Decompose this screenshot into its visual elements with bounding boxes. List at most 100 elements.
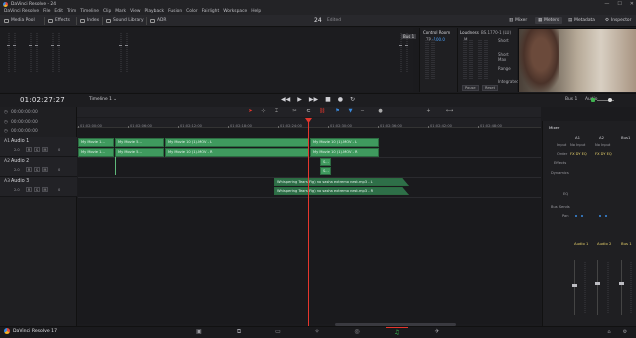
cut-page-icon[interactable]: ⧉	[228, 327, 250, 337]
record-arm-button[interactable]: R	[26, 147, 32, 152]
track-name[interactable]: Audio 1	[11, 139, 29, 144]
inspector-tab[interactable]: ⚙ Inspector	[602, 17, 634, 24]
mute-button[interactable]: M	[42, 167, 48, 172]
audio-clip[interactable]: S...	[320, 158, 331, 166]
metadata-tab[interactable]: ▤ Metadata	[565, 17, 598, 24]
fusion-page-icon[interactable]: ✧	[306, 327, 328, 337]
sound-library-tab[interactable]: Sound Library	[106, 18, 144, 23]
pan-knob-a2[interactable]	[605, 215, 607, 217]
menu-mark[interactable]: Mark	[115, 9, 126, 14]
audio-clip[interactable]: S...	[320, 167, 331, 175]
track-header-a3[interactable]: A3 Audio 3 2.0 R S M 0	[0, 177, 77, 197]
pan-knob-a1[interactable]	[581, 215, 583, 217]
selection-tool-icon[interactable]: ➤	[248, 109, 253, 114]
solo-button[interactable]: S	[34, 167, 40, 172]
track-header-a2[interactable]: A2 Audio 2 2.0 R S M 0	[0, 157, 77, 177]
menu-view[interactable]: View	[130, 9, 140, 14]
volume-slider-handle[interactable]	[608, 98, 612, 102]
menu-help[interactable]: Help	[251, 9, 261, 14]
a1-input-select[interactable]: No Input	[570, 143, 585, 147]
close-button[interactable]: ✕	[630, 1, 634, 7]
menu-edit[interactable]: Edit	[54, 9, 63, 14]
menu-file[interactable]: File	[43, 9, 50, 14]
audio-clip[interactable]: My Movie 10 (1).MOV - R	[165, 148, 309, 157]
color-page-icon[interactable]: ◎	[346, 327, 368, 337]
edit-page-icon[interactable]: ▭	[267, 327, 289, 337]
reset-button[interactable]: Reset	[482, 85, 499, 91]
track-name[interactable]: Audio 3	[11, 179, 29, 184]
record-button[interactable]: ●	[338, 96, 343, 103]
zoom-slider-icon[interactable]: ●	[378, 109, 383, 114]
snapping-icon[interactable]: ⊂	[306, 109, 311, 114]
speaker-icon[interactable]	[591, 98, 595, 102]
link-icon[interactable]: ⛓	[319, 109, 325, 114]
menu-trim[interactable]: Trim	[67, 9, 76, 14]
mixer-icon: ▥	[509, 18, 514, 23]
media-pool-tab[interactable]: Media Pool	[4, 18, 35, 23]
zoom-out-icon[interactable]: −	[360, 109, 365, 114]
record-arm-button[interactable]: R	[26, 167, 32, 172]
pan-knob-a1[interactable]	[575, 215, 577, 217]
loop-button[interactable]: ↻	[350, 96, 355, 103]
play-button[interactable]: ▶	[297, 96, 302, 103]
zoom-in-icon[interactable]: +	[426, 109, 431, 114]
settings-icon[interactable]: ⚙	[614, 327, 636, 337]
track-name[interactable]: Audio 2	[11, 159, 29, 164]
maximize-button[interactable]: ☐	[617, 1, 621, 7]
flag-icon[interactable]: ⚑	[335, 109, 340, 114]
record-arm-button[interactable]: R	[26, 187, 32, 192]
audio-clip[interactable]: My Movie 5...	[115, 148, 164, 157]
playhead[interactable]	[308, 118, 309, 326]
marker-icon[interactable]: ▼	[348, 109, 353, 114]
menu-fairlight[interactable]: Fairlight	[202, 9, 220, 14]
a1-fx-order[interactable]: FX DY EQ	[570, 152, 587, 156]
fader-a1[interactable]	[572, 284, 577, 287]
razor-tool-icon[interactable]: ✂	[292, 109, 297, 114]
timeline-selector[interactable]: Timeline 1 ⌄	[89, 97, 117, 102]
music-clip[interactable]: Whispering Tears(Fig) no sasha extremo n…	[274, 187, 409, 195]
rewind-button[interactable]: ◀◀	[281, 96, 290, 103]
solo-button[interactable]: S	[34, 187, 40, 192]
track-header-a1[interactable]: A1 Audio 1 2.0 R S M 0	[0, 137, 77, 157]
audio-clip[interactable]: My Movie 1...	[78, 148, 114, 157]
menu-playback[interactable]: Playback	[145, 9, 165, 14]
audio-clip[interactable]: My Movie 10 (1).MOV - R	[310, 148, 379, 157]
meters-tab[interactable]: ▦ Meters	[535, 17, 563, 24]
fast-forward-button[interactable]: ▶▶	[309, 96, 318, 103]
pause-button[interactable]: Pause	[462, 85, 479, 91]
solo-button[interactable]: S	[34, 147, 40, 152]
audio-clip[interactable]: My Movie 10 (1).MOV - L	[165, 138, 309, 147]
fader-bus1[interactable]	[619, 282, 624, 285]
minimize-button[interactable]: —	[604, 1, 609, 7]
menu-davinci[interactable]: DaVinci Resolve	[4, 9, 39, 14]
fairlight-page-icon[interactable]: ♫	[386, 327, 408, 337]
a2-fx-order[interactable]: FX DY EQ	[595, 152, 612, 156]
menu-fusion[interactable]: Fusion	[168, 9, 182, 14]
trim-tool-icon[interactable]: ⊹	[261, 109, 266, 114]
mute-button[interactable]: M	[42, 187, 48, 192]
audio-clip[interactable]: My Movie 1...	[78, 138, 114, 147]
music-clip[interactable]: Whispering Tears(Fig) no sasha extremo n…	[274, 178, 409, 186]
a2-input-select[interactable]: No Input	[595, 143, 610, 147]
mixer-tab[interactable]: ▥ Mixer	[506, 17, 530, 24]
adr-tab[interactable]: ADR	[150, 18, 166, 23]
pan-knob-a2[interactable]	[599, 215, 601, 217]
media-page-icon[interactable]: ▣	[188, 327, 210, 337]
range-tool-icon[interactable]: ⌶	[274, 109, 279, 114]
audio-clip[interactable]: My Movie 5...	[115, 138, 164, 147]
resolve-logo-icon	[3, 1, 8, 7]
menu-bar: DaVinci Resolve File Edit Trim Timeline …	[0, 8, 636, 15]
mute-button[interactable]: M	[42, 147, 48, 152]
index-tab[interactable]: Index	[80, 18, 99, 23]
menu-timeline[interactable]: Timeline	[80, 9, 99, 14]
menu-workspace[interactable]: Workspace	[223, 9, 247, 14]
effects-tab[interactable]: Effects	[48, 18, 70, 23]
stop-button[interactable]: ■	[325, 96, 331, 103]
deliver-page-icon[interactable]: ✈	[426, 327, 448, 337]
zoom-full-icon[interactable]: ⟷	[446, 109, 453, 114]
menu-color[interactable]: Color	[186, 9, 197, 14]
menu-clip[interactable]: Clip	[103, 9, 111, 14]
audio-clip[interactable]: My Movie 10 (1).MOV - L	[310, 138, 379, 147]
output-bus-selector[interactable]: Bus 1	[565, 97, 577, 102]
fader-a2[interactable]	[595, 282, 600, 285]
